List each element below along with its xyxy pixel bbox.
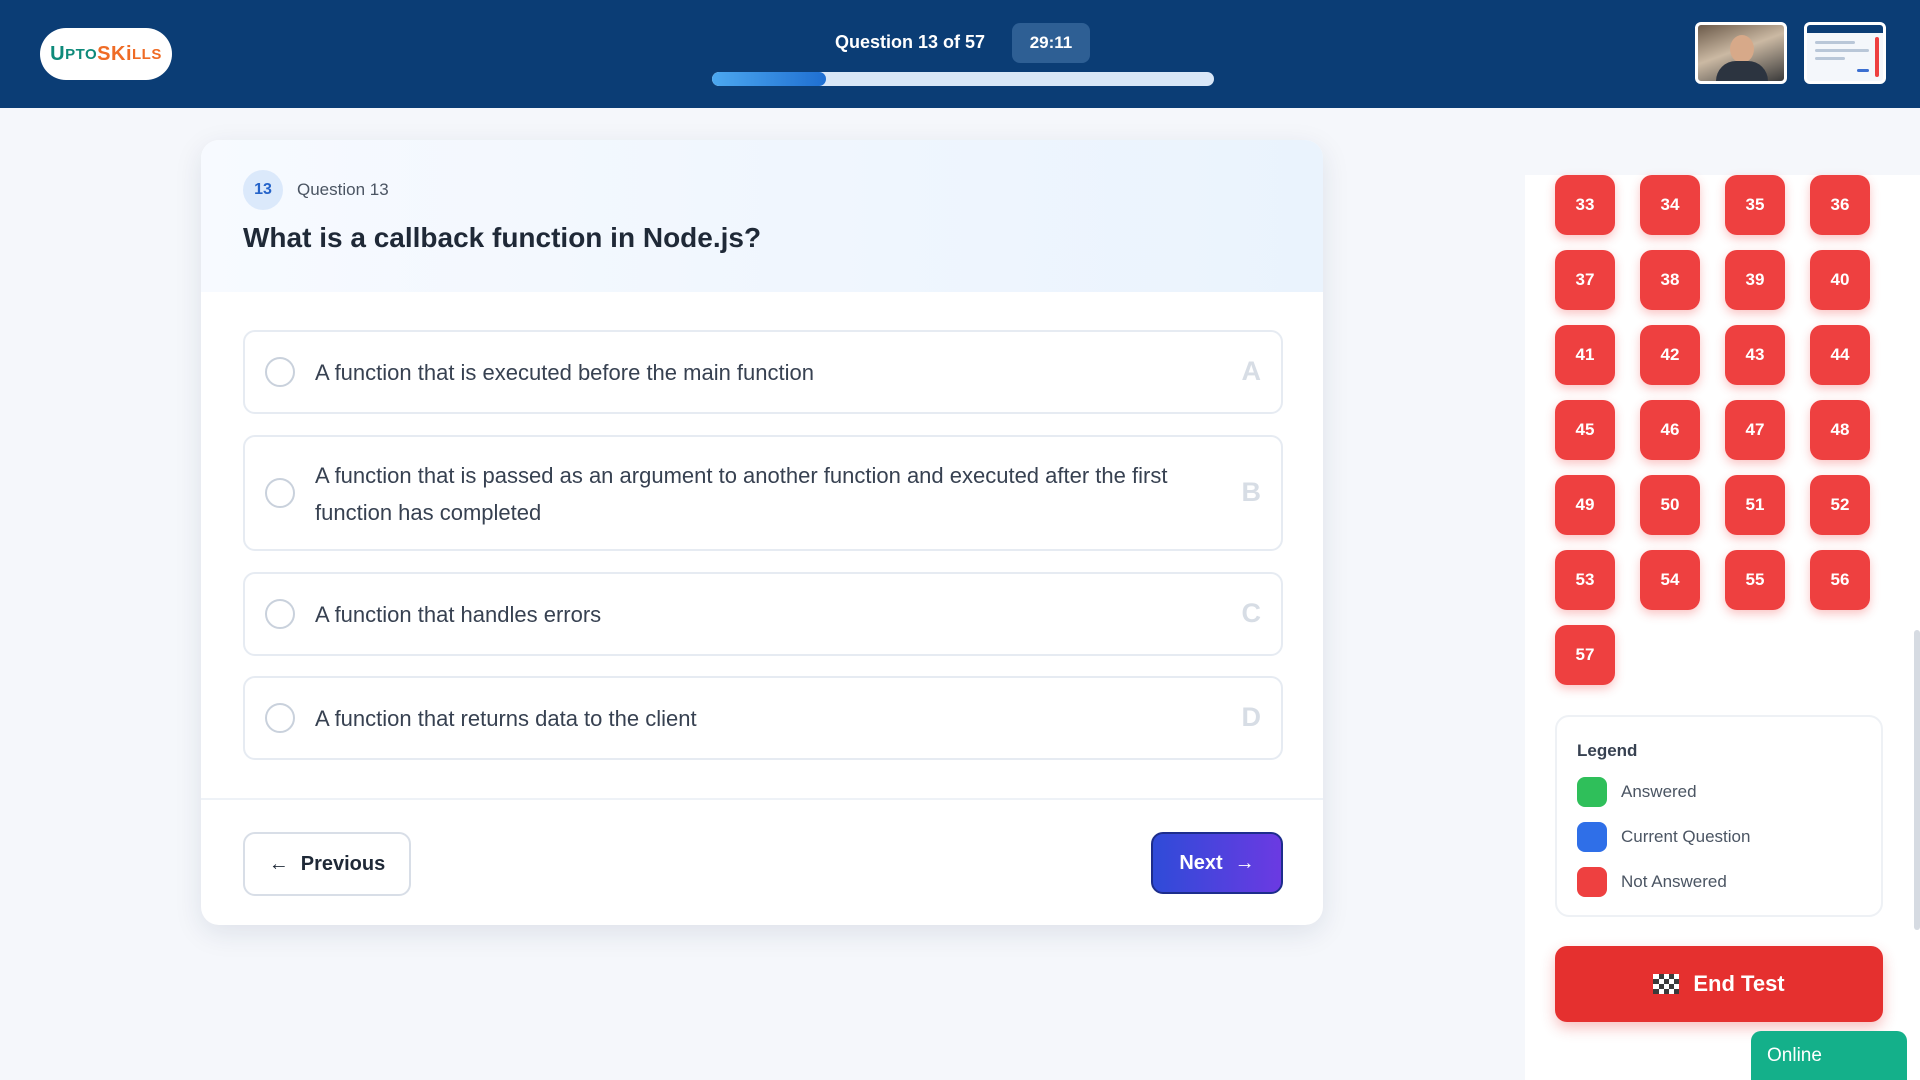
- question-label: Question 13: [297, 180, 389, 199]
- radio-icon[interactable]: [265, 357, 295, 387]
- progress-bar-fill: [712, 72, 827, 86]
- question-nav-button-44[interactable]: 44: [1810, 325, 1870, 385]
- timer: 29:11: [1012, 23, 1090, 63]
- arrow-left-icon: ←: [268, 852, 289, 875]
- option-letter: B: [1241, 477, 1262, 507]
- question-nav-button-35[interactable]: 35: [1725, 175, 1785, 235]
- question-nav-button-37[interactable]: 37: [1555, 250, 1615, 310]
- screen-share-preview: [1804, 22, 1886, 84]
- radio-icon[interactable]: [265, 599, 295, 629]
- question-nav-button-49[interactable]: 49: [1555, 475, 1615, 535]
- option-text: A function that returns data to the clie…: [315, 706, 697, 731]
- current-swatch: [1577, 822, 1607, 852]
- legend-item-answered: Answered: [1577, 777, 1697, 807]
- option-c[interactable]: A function that handles errors C: [243, 572, 1283, 656]
- question-title: What is a callback function in Node.js?: [243, 222, 762, 253]
- option-a[interactable]: A function that is executed before the m…: [243, 330, 1283, 414]
- question-nav-button-38[interactable]: 38: [1640, 250, 1700, 310]
- option-letter: D: [1241, 702, 1262, 732]
- option-text: A function that is passed as an argument…: [315, 463, 1168, 525]
- option-b[interactable]: A function that is passed as an argument…: [243, 435, 1283, 551]
- top-bar: U PTO SK i LLS Question 13 of 57 29:11: [0, 0, 1920, 108]
- legend-item-not-answered: Not Answered: [1577, 867, 1727, 897]
- question-nav-button-57[interactable]: 57: [1555, 625, 1615, 685]
- question-nav-button-34[interactable]: 34: [1640, 175, 1700, 235]
- next-label: Next: [1179, 851, 1223, 874]
- question-header: 13 Question 13 What is a callback functi…: [201, 140, 1323, 292]
- option-letter: C: [1241, 598, 1262, 628]
- option-text: A function that is executed before the m…: [315, 360, 814, 385]
- question-nav-button-43[interactable]: 43: [1725, 325, 1785, 385]
- question-palette-panel: 33 34 35 36 37 38 39 40 41 42 43 44 45 46 47 48 49 50 51 52…: [1525, 175, 1920, 1080]
- previous-button[interactable]: ← Previous: [243, 832, 411, 896]
- question-nav-button-46[interactable]: 46: [1640, 400, 1700, 460]
- option-text: A function that handles errors: [315, 602, 602, 627]
- question-nav-button-50[interactable]: 50: [1640, 475, 1700, 535]
- progress-bar: [712, 72, 1214, 86]
- question-nav-button-42[interactable]: 42: [1640, 325, 1700, 385]
- question-nav-button-39[interactable]: 39: [1725, 250, 1785, 310]
- question-nav-button-40[interactable]: 40: [1810, 250, 1870, 310]
- question-nav-button-55[interactable]: 55: [1725, 550, 1785, 610]
- next-button[interactable]: Next →: [1151, 832, 1283, 894]
- legend-label: Current Question: [1621, 827, 1751, 846]
- end-test-label: End Test: [1693, 971, 1785, 996]
- question-nav-button-47[interactable]: 47: [1725, 400, 1785, 460]
- uptoskills-logo: U PTO SK i LLS: [40, 28, 172, 80]
- question-nav-button-54[interactable]: 54: [1640, 550, 1700, 610]
- question-number-badge: 13: [243, 170, 283, 210]
- question-nav-button-48[interactable]: 48: [1810, 400, 1870, 460]
- not-answered-swatch: [1577, 867, 1607, 897]
- sidebar-scrollbar[interactable]: [1914, 630, 1920, 930]
- question-nav-button-41[interactable]: 41: [1555, 325, 1615, 385]
- question-nav-button-45[interactable]: 45: [1555, 400, 1615, 460]
- question-counter: Question 13 of 57: [835, 32, 986, 52]
- legend: Legend Answered Current Question Not Ans…: [1555, 715, 1883, 917]
- question-nav-button-52[interactable]: 52: [1810, 475, 1870, 535]
- radio-icon[interactable]: [265, 703, 295, 733]
- option-letter: A: [1241, 356, 1262, 386]
- radio-icon[interactable]: [265, 478, 295, 508]
- question-card: 13 Question 13 What is a callback functi…: [201, 140, 1323, 925]
- arrow-right-icon: →: [1234, 851, 1255, 874]
- legend-title: Legend: [1577, 741, 1638, 760]
- webcam-preview: [1695, 22, 1787, 84]
- legend-label: Not Answered: [1621, 872, 1727, 891]
- online-status-badge: Online: [1751, 1031, 1907, 1080]
- question-nav-button-33[interactable]: 33: [1555, 175, 1615, 235]
- checkered-flag-icon: [1653, 974, 1680, 994]
- answered-swatch: [1577, 777, 1607, 807]
- question-nav-button-51[interactable]: 51: [1725, 475, 1785, 535]
- legend-label: Answered: [1621, 782, 1697, 801]
- legend-item-current: Current Question: [1577, 822, 1750, 852]
- end-test-button[interactable]: End Test: [1555, 946, 1883, 1022]
- question-footer: ← Previous Next →: [201, 798, 1323, 925]
- previous-label: Previous: [300, 852, 386, 875]
- question-nav-button-36[interactable]: 36: [1810, 175, 1870, 235]
- question-nav-button-53[interactable]: 53: [1555, 550, 1615, 610]
- option-d[interactable]: A function that returns data to the clie…: [243, 676, 1283, 760]
- question-nav-button-56[interactable]: 56: [1810, 550, 1870, 610]
